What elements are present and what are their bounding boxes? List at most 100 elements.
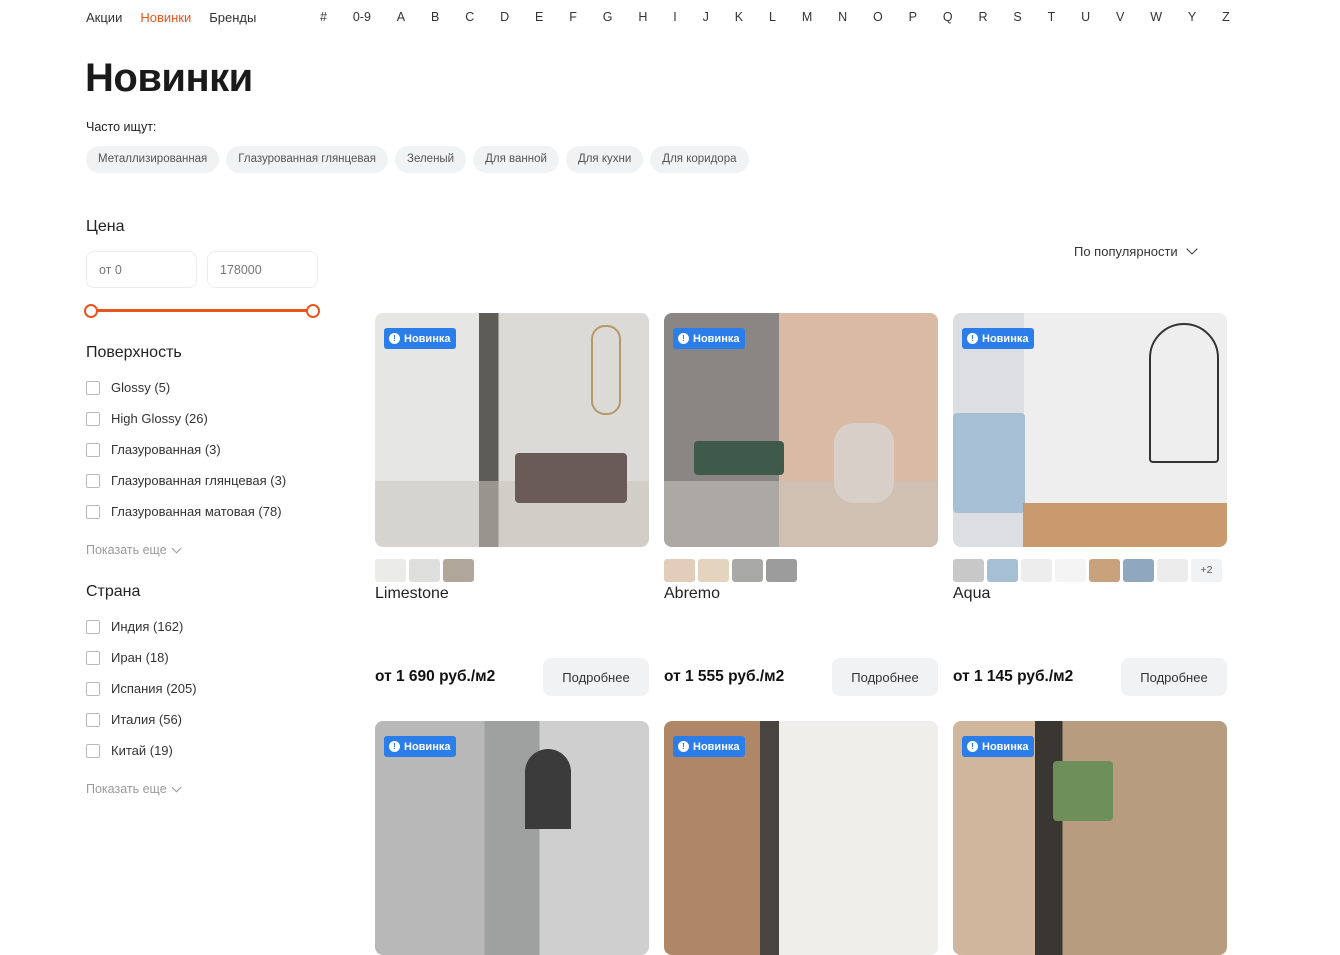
checkbox[interactable] bbox=[86, 473, 100, 488]
filter-option[interactable]: Glossy (5) bbox=[86, 372, 318, 403]
swatch[interactable] bbox=[1089, 559, 1120, 582]
checkbox[interactable] bbox=[86, 442, 100, 457]
product-name[interactable]: Aqua bbox=[953, 585, 1227, 605]
swatch[interactable] bbox=[953, 559, 984, 582]
product-card[interactable]: ! Новинка bbox=[953, 721, 1227, 955]
filter-option[interactable]: Индия (162) bbox=[86, 611, 318, 642]
product-card[interactable]: ! Новинка Limestone от 1 690 руб./м2 Подр… bbox=[375, 313, 649, 696]
chip-corridor[interactable]: Для коридора bbox=[650, 146, 749, 173]
filter-option[interactable]: Глазурованная (3) bbox=[86, 434, 318, 465]
product-name[interactable]: Limestone bbox=[375, 585, 649, 605]
price-to-input[interactable] bbox=[207, 251, 318, 288]
checkbox[interactable] bbox=[86, 411, 100, 426]
swatch[interactable] bbox=[987, 559, 1018, 582]
price-slider[interactable] bbox=[84, 304, 320, 318]
alphabet-letter[interactable]: O bbox=[873, 10, 883, 24]
checkbox[interactable] bbox=[86, 743, 100, 758]
chip-kitchen[interactable]: Для кухни bbox=[565, 146, 644, 173]
filter-option[interactable]: Италия (56) bbox=[86, 704, 318, 735]
swatch[interactable] bbox=[766, 559, 797, 582]
show-more-surface-button[interactable]: Показать еще bbox=[86, 543, 318, 557]
details-button[interactable]: Подробнее bbox=[832, 658, 938, 696]
alphabet-letter[interactable]: R bbox=[978, 10, 987, 24]
alphabet-letter[interactable]: J bbox=[703, 10, 709, 24]
product-photo[interactable]: ! Новинка bbox=[953, 313, 1227, 547]
checkbox[interactable] bbox=[86, 504, 100, 519]
swatch[interactable] bbox=[409, 559, 440, 582]
filter-option[interactable]: High Glossy (26) bbox=[86, 403, 318, 434]
alphabet-letter[interactable]: K bbox=[735, 10, 743, 24]
alphabet-letter[interactable]: C bbox=[465, 10, 474, 24]
swatch[interactable] bbox=[1123, 559, 1154, 582]
swatch[interactable] bbox=[732, 559, 763, 582]
filter-option[interactable]: Глазурованная матовая (78) bbox=[86, 496, 318, 527]
product-card[interactable]: ! Новинка bbox=[664, 721, 938, 955]
alphabet-letter[interactable]: D bbox=[500, 10, 509, 24]
swatch[interactable] bbox=[1021, 559, 1052, 582]
product-card[interactable]: ! Новинка bbox=[375, 721, 649, 955]
alphabet-letter[interactable]: H bbox=[638, 10, 647, 24]
alphabet-letter[interactable]: F bbox=[569, 10, 577, 24]
alphabet-letter[interactable]: N bbox=[838, 10, 847, 24]
details-button[interactable]: Подробнее bbox=[1121, 658, 1227, 696]
product-photo[interactable]: ! Новинка bbox=[375, 721, 649, 955]
price-slider-max-handle[interactable] bbox=[306, 304, 320, 318]
alphabet-letter[interactable]: Y bbox=[1188, 10, 1196, 24]
swatch[interactable] bbox=[664, 559, 695, 582]
alphabet-letter[interactable]: P bbox=[909, 10, 917, 24]
alphabet-letter[interactable]: S bbox=[1013, 10, 1021, 24]
alphabet-letter[interactable]: E bbox=[535, 10, 543, 24]
chip-green[interactable]: Зеленый bbox=[395, 146, 467, 173]
alphabet-letter[interactable]: W bbox=[1150, 10, 1162, 24]
alphabet-letter[interactable]: I bbox=[673, 10, 676, 24]
price-from-input[interactable] bbox=[86, 251, 197, 288]
alphabet-letter[interactable]: A bbox=[397, 10, 405, 24]
chip-bathroom[interactable]: Для ванной bbox=[473, 146, 559, 173]
details-button[interactable]: Подробнее bbox=[543, 658, 649, 696]
filter-option[interactable]: Глазурованная глянцевая (3) bbox=[86, 465, 318, 496]
alphabet-letter[interactable]: T bbox=[1048, 10, 1056, 24]
swatch[interactable] bbox=[375, 559, 406, 582]
new-badge: ! Новинка bbox=[962, 328, 1035, 349]
checkbox[interactable] bbox=[86, 619, 100, 634]
checkbox[interactable] bbox=[86, 650, 100, 665]
filter-option[interactable]: Испания (205) bbox=[86, 673, 318, 704]
nav-link-sales[interactable]: Акции bbox=[86, 10, 122, 28]
alphabet-letter[interactable]: M bbox=[802, 10, 812, 24]
alphabet-letter[interactable]: B bbox=[431, 10, 439, 24]
filter-option[interactable]: Иран (18) bbox=[86, 642, 318, 673]
alphabet-letter[interactable]: G bbox=[603, 10, 613, 24]
product-name[interactable]: Abremo bbox=[664, 585, 938, 605]
alphabet-letter[interactable]: L bbox=[769, 10, 776, 24]
product-card[interactable]: ! Новинка Abremo от 1 555 руб./м2 Подробн… bbox=[664, 313, 938, 696]
alphabet-letter[interactable]: Z bbox=[1222, 10, 1230, 24]
checkbox[interactable] bbox=[86, 380, 100, 395]
price-slider-min-handle[interactable] bbox=[84, 304, 98, 318]
product-card[interactable]: ! Новинка +2 Aqua от 1 145 руб./м2 Подроб… bbox=[953, 313, 1227, 696]
product-photo[interactable]: ! Новинка bbox=[375, 313, 649, 547]
product-price: от 1 555 руб./м2 bbox=[664, 668, 785, 685]
chip-glazed-glossy[interactable]: Глазурованная глянцевая bbox=[226, 146, 388, 173]
chip-metallized[interactable]: Металлизированная bbox=[86, 146, 220, 173]
swatch[interactable] bbox=[1157, 559, 1188, 582]
alphabet-letter[interactable]: Q bbox=[943, 10, 953, 24]
checkbox[interactable] bbox=[86, 712, 100, 727]
product-photo[interactable]: ! Новинка bbox=[953, 721, 1227, 955]
alphabet-letter[interactable]: V bbox=[1116, 10, 1124, 24]
swatch[interactable] bbox=[1055, 559, 1086, 582]
swatch[interactable] bbox=[443, 559, 474, 582]
alphabet-letter[interactable]: # bbox=[320, 10, 327, 24]
product-photo[interactable]: ! Новинка bbox=[664, 721, 938, 955]
alphabet-letter[interactable]: U bbox=[1081, 10, 1090, 24]
show-more-country-button[interactable]: Показать еще bbox=[86, 782, 318, 796]
filter-option[interactable]: Китай (19) bbox=[86, 735, 318, 766]
nav-link-new[interactable]: Новинки bbox=[140, 10, 191, 28]
more-swatches-badge[interactable]: +2 bbox=[1191, 559, 1222, 582]
nav-link-brands[interactable]: Бренды bbox=[209, 10, 256, 28]
checkbox[interactable] bbox=[86, 681, 100, 696]
sort-dropdown[interactable]: По популярности bbox=[1074, 243, 1198, 259]
alphabet-letter[interactable]: 0-9 bbox=[353, 10, 371, 24]
swatch[interactable] bbox=[698, 559, 729, 582]
badge-label: Новинка bbox=[693, 332, 740, 345]
product-photo[interactable]: ! Новинка bbox=[664, 313, 938, 547]
